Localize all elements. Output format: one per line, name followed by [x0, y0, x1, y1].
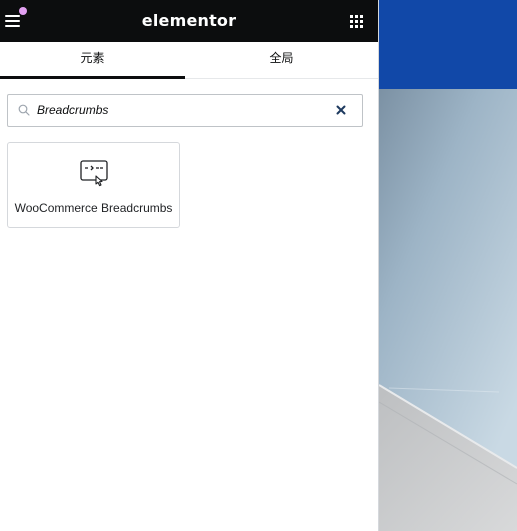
- widget-woocommerce-breadcrumbs[interactable]: WooCommerce Breadcrumbs: [7, 142, 180, 228]
- editor-panel: elementor 元素 全局 WooCommerce Bre: [0, 0, 379, 531]
- brand-logo: elementor: [141, 11, 237, 30]
- apps-grid-icon[interactable]: [350, 15, 364, 29]
- panel-tabs: 元素 全局: [0, 42, 378, 79]
- page-preview: [379, 0, 517, 531]
- preview-header-bar: [379, 0, 517, 89]
- tab-global[interactable]: 全局: [185, 42, 378, 78]
- search-icon: [18, 104, 30, 116]
- widget-label: WooCommerce Breadcrumbs: [14, 201, 173, 215]
- search-box: [7, 94, 363, 127]
- breadcrumbs-widget-icon: [80, 160, 108, 187]
- search-input[interactable]: [37, 99, 327, 121]
- tab-elements[interactable]: 元素: [0, 42, 185, 79]
- panel-header: elementor: [0, 0, 378, 42]
- close-icon[interactable]: [333, 102, 349, 118]
- preview-image: [379, 0, 517, 531]
